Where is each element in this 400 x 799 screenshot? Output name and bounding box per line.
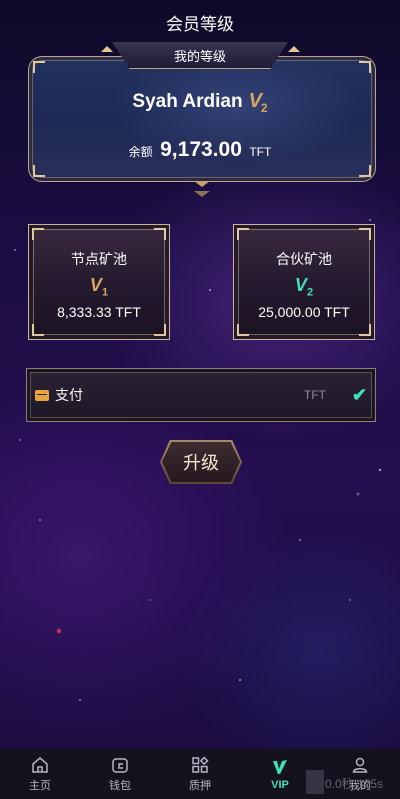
- user-name: Syah Ardian: [132, 91, 243, 112]
- pool-level-badge: V2: [294, 275, 314, 299]
- pool-card-partner[interactable]: 合伙矿池 V2 25,000.00 TFT: [233, 224, 375, 340]
- vip-icon: [273, 760, 287, 774]
- nav-item-stake[interactable]: 质押: [160, 749, 240, 799]
- nav-item-wallet[interactable]: 钱包: [80, 749, 160, 799]
- wallet-icon: [35, 389, 49, 401]
- nav-label: 主页: [29, 780, 51, 792]
- payment-row[interactable]: 支付 TFT ✔: [26, 368, 376, 422]
- frame-corner: [33, 165, 45, 177]
- check-icon[interactable]: ✔: [352, 385, 367, 406]
- frame-corner: [359, 228, 371, 240]
- balance-value: 9,173.00: [160, 138, 242, 161]
- pool-level-badge: V1: [89, 275, 109, 299]
- frame-corner: [359, 324, 371, 336]
- chevron-down-icon: [194, 181, 210, 187]
- pool-title: 节点矿池: [71, 251, 127, 267]
- nav-item-home[interactable]: 主页: [0, 749, 80, 799]
- overlay-widget: [306, 770, 324, 794]
- balance-label: 余额: [128, 145, 153, 159]
- frame-corner: [33, 61, 45, 73]
- frame-corner: [359, 61, 371, 73]
- user-name-row: Syah Ardian V2: [0, 90, 400, 115]
- frame-corner: [32, 228, 44, 240]
- vip-level-badge: V2: [248, 90, 268, 115]
- frame-corner: [359, 165, 371, 177]
- frame-corner: [154, 324, 166, 336]
- pool-card-node[interactable]: 节点矿池 V1 8,333.33 TFT: [28, 224, 170, 340]
- payment-unit: TFT: [303, 388, 326, 402]
- page-header: 会员等级: [0, 0, 400, 44]
- chevron-down-icon: [194, 191, 210, 197]
- wallet-icon: [112, 758, 128, 773]
- frame-corner: [32, 324, 44, 336]
- tab-ornament: [101, 46, 113, 52]
- frame-corner: [154, 228, 166, 240]
- nav-label: 钱包: [109, 780, 131, 792]
- balance-unit: TFT: [249, 145, 272, 159]
- page-title: 会员等级: [166, 14, 234, 34]
- balance-row: 余额 9,173.00 TFT: [0, 138, 400, 162]
- nav-label: VIP: [271, 779, 289, 791]
- pool-amount: 8,333.33 TFT: [57, 303, 141, 320]
- pool-amount: 25,000.00 TFT: [258, 303, 350, 320]
- my-level-tab: 我的等级: [112, 42, 288, 69]
- payment-label: 支付: [55, 387, 83, 403]
- frame-corner: [237, 228, 249, 240]
- pool-title: 合伙矿池: [276, 251, 332, 267]
- grid-icon: [192, 756, 209, 773]
- user-icon: [352, 757, 368, 773]
- nav-label: 质押: [189, 780, 211, 792]
- my-level-tab-label: 我的等级: [173, 48, 226, 64]
- my-level-card: [28, 56, 376, 182]
- overlay-timer-text: 0.0秒 125s: [325, 777, 384, 791]
- upgrade-button[interactable]: 升级: [160, 440, 242, 484]
- upgrade-button-label: 升级: [183, 453, 219, 473]
- tab-ornament: [288, 46, 300, 52]
- home-icon: [32, 757, 48, 773]
- frame-corner: [237, 324, 249, 336]
